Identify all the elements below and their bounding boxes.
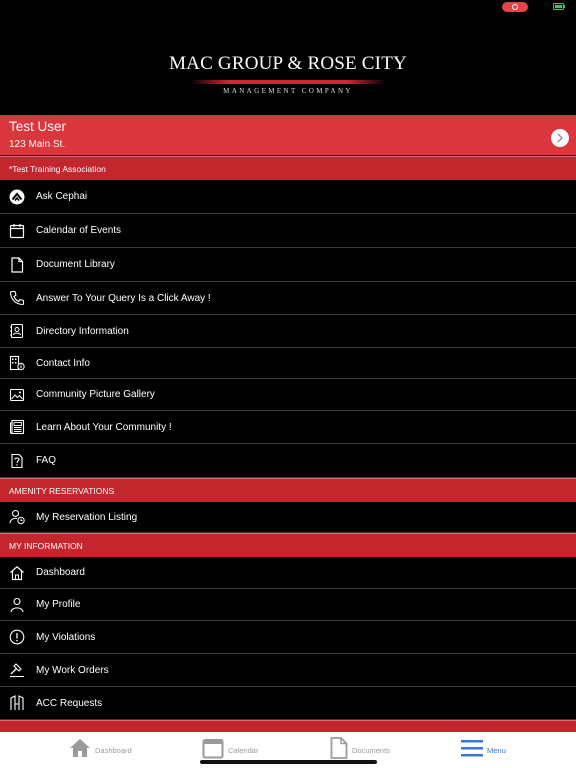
menu-item-label: ACC Requests [36, 697, 103, 709]
menu-item-label: FAQ [36, 455, 57, 466]
menu-item-dashboard[interactable]: Dashboard [0, 557, 576, 589]
menu-item-acc-requests[interactable]: ACC Requests [0, 687, 576, 720]
user-card[interactable]: Test User 123 Main St. [0, 115, 576, 155]
menu-item-label: Contact Info [36, 357, 90, 369]
screen-recording-indicator-icon [502, 2, 528, 12]
menu-item-my-violations[interactable]: My Violations [0, 621, 576, 654]
menu-item-contact-info[interactable]: Contact Info [0, 348, 576, 379]
user-clock-icon [8, 509, 25, 526]
phone-icon [8, 290, 25, 307]
menu-item-label: Community Picture Gallery [36, 389, 155, 400]
calendar-icon [8, 222, 25, 239]
menu-item-label: My Work Orders [36, 664, 109, 676]
menu-item-faq[interactable]: FAQ [0, 444, 576, 478]
menu-item-label: Ask Cephai [36, 191, 88, 202]
menu-item-calendar-of-events[interactable]: Calendar of Events [0, 214, 576, 248]
menu-item-label: My Violations [36, 631, 96, 643]
menu-item-learn-about-community[interactable]: Learn About Your Community ! [0, 411, 576, 444]
faq-icon [8, 452, 25, 469]
menu-item-ask-cephai[interactable]: Ask Cephai [0, 180, 576, 214]
tab-label: Calendar [228, 745, 259, 755]
menu-item-answer-query[interactable]: Answer To Your Query Is a Click Away ! [0, 282, 576, 315]
user-name: Test User [9, 119, 67, 134]
chevron-right-icon[interactable] [551, 129, 569, 147]
menu-item-document-library[interactable]: Document Library [0, 248, 576, 282]
menu-item-label: Calendar of Events [36, 225, 122, 236]
tab-label: Menu [487, 745, 506, 755]
user-icon [8, 596, 25, 613]
door-icon [8, 695, 25, 712]
menu-item-my-profile[interactable]: My Profile [0, 589, 576, 621]
menu-item-label: My Profile [36, 599, 81, 610]
menu-item-label: My Reservation Listing [36, 511, 138, 523]
brand-name: MAC GROUP & ROSE CITY [169, 53, 407, 74]
tab-menu[interactable]: Menu [461, 732, 506, 768]
section-header-my-information: MY INFORMATION [0, 533, 576, 557]
brand-underline [190, 80, 386, 84]
newspaper-icon [8, 419, 25, 436]
menu-item-community-picture-gallery[interactable]: Community Picture Gallery [0, 379, 576, 411]
menu-item-label: Dashboard [36, 567, 85, 578]
battery-icon [553, 3, 565, 10]
home-icon [8, 564, 25, 581]
tab-dashboard[interactable]: Dashboard [69, 732, 132, 768]
menu-item-label: Learn About Your Community ! [36, 421, 172, 433]
menu-item-label: Answer To Your Query Is a Click Away ! [36, 292, 211, 304]
contact-card-icon [8, 323, 25, 340]
hammer-icon [8, 662, 25, 679]
tab-label: Documents [352, 745, 390, 755]
status-bar [0, 0, 576, 14]
menu-icon [461, 737, 483, 764]
home-icon [69, 738, 91, 763]
brand-logo: MAC GROUP & ROSE CITY MANAGEMENT COMPANY [0, 52, 576, 104]
menu-item-my-reservation-listing[interactable]: My Reservation Listing [0, 502, 576, 533]
building-info-icon [8, 355, 25, 372]
image-icon [8, 386, 25, 403]
menu-item-label: Directory Information [36, 325, 129, 337]
menu-item-directory-information[interactable]: Directory Information [0, 315, 576, 348]
tab-label: Dashboard [95, 745, 132, 755]
section-header-association: *Test Training Association [0, 156, 576, 180]
brand-subtitle: MANAGEMENT COMPANY [223, 87, 353, 95]
menu-item-label: Document Library [36, 259, 115, 270]
alert-icon [8, 629, 25, 646]
home-indicator[interactable] [200, 760, 377, 764]
cephai-icon [8, 188, 25, 205]
document-icon [8, 256, 25, 273]
user-address: 123 Main St. [9, 139, 66, 150]
menu-item-my-work-orders[interactable]: My Work Orders [0, 654, 576, 687]
section-header-amenity-reservations: AMENITY RESERVATIONS [0, 478, 576, 502]
